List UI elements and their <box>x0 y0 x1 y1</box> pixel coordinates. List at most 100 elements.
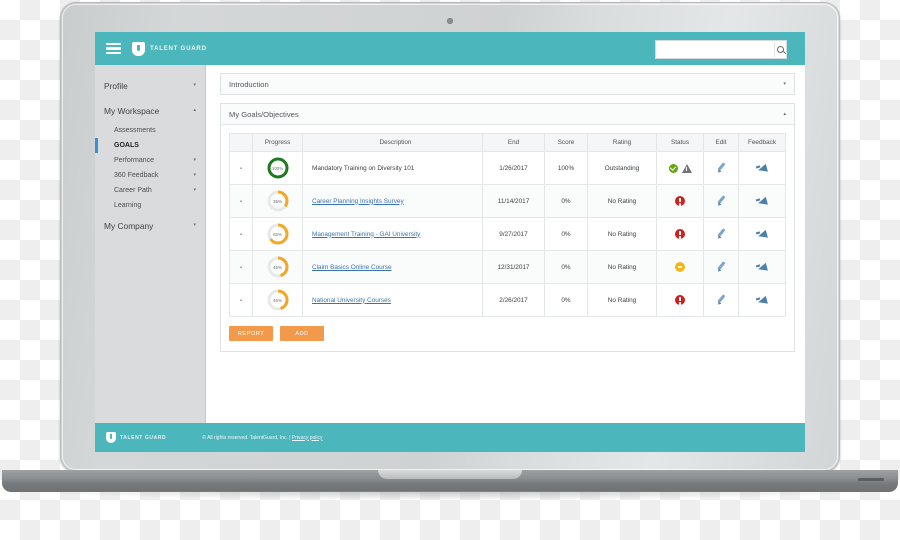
cell-edit[interactable] <box>703 250 739 284</box>
cell-status <box>656 151 704 185</box>
panel-my-goals-header[interactable]: My Goals/Objectives ▴ <box>221 104 794 124</box>
sidebar-item-goals[interactable]: GOALS <box>95 138 205 153</box>
sidebar-item-my-workspace[interactable]: My Workspace ▴ <box>95 98 205 123</box>
cell-status <box>656 250 704 284</box>
megaphone-icon[interactable] <box>756 261 769 272</box>
row-expander[interactable]: ▪ <box>229 217 253 251</box>
cell-score: 0% <box>544 283 588 317</box>
cell-feedback[interactable] <box>738 283 786 317</box>
chevron-down-icon: ▾ <box>193 82 196 88</box>
search-box[interactable] <box>655 40 787 59</box>
progress-label: 65% <box>273 231 282 237</box>
edit-pencil-icon[interactable] <box>716 294 727 305</box>
add-button[interactable]: ADD <box>280 326 324 341</box>
cell-feedback[interactable] <box>738 250 786 284</box>
goal-link[interactable]: National University Courses <box>312 297 391 304</box>
row-expander[interactable]: ▪ <box>229 250 253 284</box>
cell-end: 9/27/2017 <box>482 217 545 251</box>
th-edit: Edit <box>703 133 739 152</box>
panel-introduction-header[interactable]: Introduction ▾ <box>221 74 794 94</box>
cell-progress: 65% <box>252 217 303 251</box>
cell-edit[interactable] <box>703 283 739 317</box>
cell-end: 12/31/2017 <box>482 250 545 284</box>
megaphone-icon[interactable] <box>756 195 769 206</box>
footer-copyright: © All rights reserved. TalentGuard, Inc.… <box>202 435 322 441</box>
progress-label: 100% <box>271 165 284 171</box>
alert-icon <box>675 229 685 239</box>
megaphone-icon[interactable] <box>756 294 769 305</box>
cell-rating: No Rating <box>587 283 657 317</box>
row-expander[interactable]: ▪ <box>229 184 253 218</box>
panel-my-goals-body: Progress Description End Score Rating St… <box>221 124 794 351</box>
cell-end: 11/14/2017 <box>482 184 545 218</box>
hamburger-icon[interactable] <box>106 42 121 55</box>
cell-edit[interactable] <box>703 151 739 185</box>
megaphone-icon[interactable] <box>756 162 769 173</box>
cell-progress: 100% <box>252 151 303 185</box>
cell-feedback[interactable] <box>738 184 786 218</box>
app-header: TALENT GUARD <box>95 32 805 65</box>
cell-progress: 35% <box>252 184 303 218</box>
sidebar-item-360-feedback[interactable]: 360 Feedback ▾ <box>95 168 205 183</box>
screen-viewport: TALENT GUARD Profile ▾ My Workspace ▴ As… <box>95 32 805 452</box>
webcam-icon <box>447 18 453 24</box>
panel-title: Introduction <box>229 79 269 89</box>
sidebar-item-performance[interactable]: Performance ▾ <box>95 153 205 168</box>
laptop-base <box>2 470 898 492</box>
sidebar-item-career-path[interactable]: Career Path ▾ <box>95 183 205 198</box>
goal-link[interactable]: Management Training - GAI University <box>312 231 420 238</box>
privacy-policy-link[interactable]: Privacy policy <box>292 435 323 441</box>
cell-end: 1/26/2017 <box>482 151 545 185</box>
sidebar-item-label: Performance <box>114 157 155 164</box>
cell-score: 0% <box>544 250 588 284</box>
laptop-shadow <box>20 491 880 500</box>
table-row: ▪ 100% Mandatory Training on Diversity 101… <box>229 151 786 185</box>
alert-icon <box>675 196 685 206</box>
cell-status <box>656 283 704 317</box>
base-vent <box>858 478 884 481</box>
progress-label: 35% <box>273 198 282 204</box>
cell-progress: 45% <box>252 283 303 317</box>
progress-label: 45% <box>273 297 282 303</box>
search-input[interactable] <box>656 42 774 57</box>
talentguard-app: TALENT GUARD Profile ▾ My Workspace ▴ As… <box>95 32 805 452</box>
goals-table: Progress Description End Score Rating St… <box>229 133 786 317</box>
row-expander[interactable]: ▪ <box>229 283 253 317</box>
edit-pencil-icon[interactable] <box>716 162 727 173</box>
sidebar-item-profile[interactable]: Profile ▾ <box>95 73 205 98</box>
search-button[interactable] <box>774 42 786 57</box>
chevron-down-icon: ▾ <box>193 157 196 163</box>
cell-edit[interactable] <box>703 184 739 218</box>
cell-feedback[interactable] <box>738 217 786 251</box>
row-expander[interactable]: ▪ <box>229 151 253 185</box>
edit-pencil-icon[interactable] <box>716 261 727 272</box>
th-rating: Rating <box>587 133 657 152</box>
edit-pencil-icon[interactable] <box>716 228 727 239</box>
cell-edit[interactable] <box>703 217 739 251</box>
th-status: Status <box>656 133 704 152</box>
sidebar-item-learning[interactable]: Learning <box>95 198 205 213</box>
goal-link[interactable]: Claim Basics Online Course <box>312 264 392 271</box>
megaphone-icon[interactable] <box>756 228 769 239</box>
sidebar-item-my-company[interactable]: My Company ▾ <box>95 213 205 238</box>
sidebar-item-assessments[interactable]: Assessments <box>95 123 205 138</box>
edit-pencil-icon[interactable] <box>716 195 727 206</box>
sidebar-item-label: My Workspace <box>104 105 160 116</box>
cell-progress: 45% <box>252 250 303 284</box>
th-progress: Progress <box>252 133 303 152</box>
report-button[interactable]: REPORT <box>229 326 273 341</box>
goals-table-body: ▪ 100% Mandatory Training on Diversity 101… <box>229 151 786 317</box>
table-header-row: Progress Description End Score Rating St… <box>229 133 786 152</box>
progress-ring: 35% <box>267 190 289 212</box>
cell-feedback[interactable] <box>738 151 786 185</box>
alert-icon <box>675 295 685 305</box>
brand-logo[interactable]: TALENT GUARD <box>132 41 207 56</box>
goal-link[interactable]: Career Planning Insights Survey <box>312 198 404 205</box>
panel-introduction: Introduction ▾ <box>220 73 795 95</box>
cell-description: Mandatory Training on Diversity 101 <box>302 151 483 185</box>
cell-description: Claim Basics Online Course <box>302 250 483 284</box>
progress-ring: 45% <box>267 256 289 278</box>
laptop-mockup: TALENT GUARD Profile ▾ My Workspace ▴ As… <box>2 2 898 500</box>
cell-status <box>656 217 704 251</box>
cell-rating: No Rating <box>587 184 657 218</box>
